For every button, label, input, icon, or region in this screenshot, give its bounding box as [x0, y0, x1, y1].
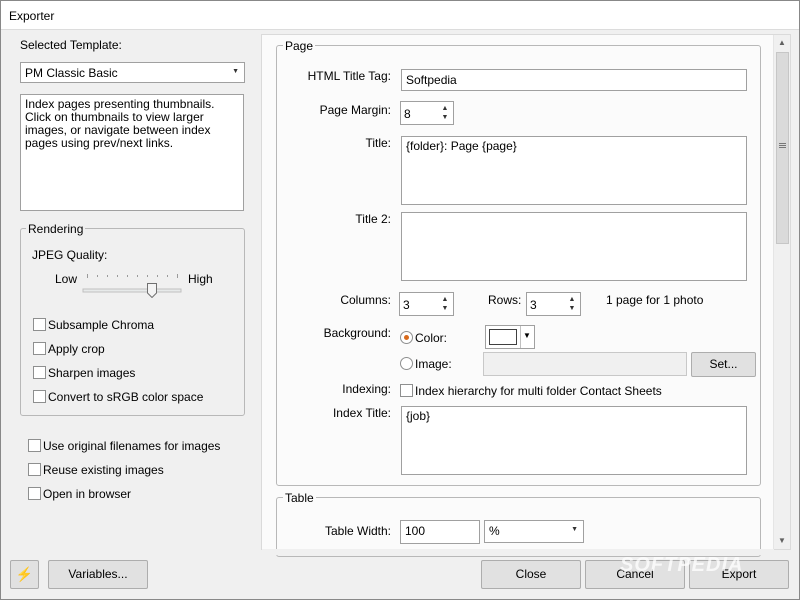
scroll-up-icon[interactable]: ▲	[778, 38, 786, 47]
title2-textarea[interactable]	[401, 212, 747, 281]
chevron-down-icon: ▼	[232, 68, 239, 75]
table-width-input[interactable]: 100	[400, 520, 480, 544]
sharpen-images-checkbox[interactable]	[33, 366, 46, 379]
image-path-input	[483, 352, 687, 376]
slider-thumb[interactable]	[146, 283, 157, 299]
set-image-button[interactable]: Set...	[691, 352, 756, 377]
page-margin-label: Page Margin:	[319, 103, 391, 117]
original-filenames-label: Use original filenames for images	[43, 439, 221, 453]
chevron-down-icon[interactable]: ▼	[439, 112, 451, 123]
page-group-title: Page	[283, 39, 316, 53]
template-description: Index pages presenting thumbnails. Click…	[20, 94, 244, 211]
color-picker-divider	[520, 326, 521, 348]
chevron-down-icon: ▼	[523, 331, 531, 340]
background-label: Background:	[323, 326, 391, 340]
chevron-down-icon[interactable]: ▼	[566, 303, 578, 314]
convert-srgb-label: Convert to sRGB color space	[48, 390, 204, 404]
jpeg-high-label: High	[188, 272, 213, 286]
jpeg-quality-label: JPEG Quality:	[32, 248, 108, 262]
window-title: Exporter	[9, 9, 55, 23]
title-textarea[interactable]: {folder}: Page {page}	[401, 136, 747, 205]
columns-label: Columns:	[340, 293, 391, 307]
index-hierarchy-label: Index hierarchy for multi folder Contact…	[415, 384, 662, 398]
subsample-chroma-checkbox[interactable]	[33, 318, 46, 331]
jpeg-low-label: Low	[55, 272, 78, 286]
rows-stepper[interactable]: 3 ▲ ▼	[526, 292, 581, 316]
html-title-label: HTML Title Tag:	[307, 69, 391, 83]
columns-value: 3	[403, 298, 410, 312]
reuse-images-checkbox[interactable]	[28, 463, 41, 476]
template-select[interactable]: PM Classic Basic ▼	[20, 62, 245, 83]
page-margin-value: 8	[404, 107, 411, 121]
template-label: Selected Template:	[20, 38, 122, 52]
title2-label: Title 2:	[355, 212, 391, 226]
table-width-label: Table Width:	[324, 524, 391, 538]
scroll-down-icon[interactable]: ▼	[778, 536, 786, 545]
table-group-title: Table	[283, 491, 316, 505]
page-info-text: 1 page for 1 photo	[606, 293, 704, 307]
open-browser-label: Open in browser	[43, 487, 132, 501]
sharpen-images-label: Sharpen images	[48, 366, 136, 380]
chevron-down-icon: ▼	[571, 526, 578, 533]
variables-button[interactable]: Variables...	[48, 560, 148, 589]
color-swatch	[489, 329, 517, 345]
open-browser-checkbox[interactable]	[28, 487, 41, 500]
color-picker-button[interactable]: ▼	[485, 325, 535, 349]
template-select-value: PM Classic Basic	[25, 66, 118, 80]
rendering-group-title: Rendering	[26, 222, 86, 236]
title-bar: Exporter	[0, 0, 800, 30]
chevron-down-icon[interactable]: ▼	[439, 303, 451, 314]
table-width-unit-select[interactable]: % ▼	[484, 520, 584, 543]
index-title-label: Index Title:	[332, 406, 391, 420]
image-radio-label: Image:	[415, 357, 452, 371]
lightning-icon: ⚡	[15, 566, 34, 582]
index-title-textarea[interactable]: {job}	[401, 406, 747, 475]
lightning-button[interactable]: ⚡	[10, 560, 39, 589]
subsample-chroma-label: Subsample Chroma	[48, 318, 155, 332]
apply-crop-label: Apply crop	[48, 342, 105, 356]
slider-track	[82, 274, 182, 293]
vertical-scrollbar[interactable]: ▲ ▼	[773, 35, 790, 549]
rows-label: Rows:	[488, 293, 522, 307]
image-radio[interactable]	[400, 357, 413, 370]
page-margin-stepper[interactable]: 8 ▲ ▼	[400, 101, 454, 125]
jpeg-quality-slider[interactable]	[82, 268, 182, 299]
columns-stepper[interactable]: 3 ▲ ▼	[399, 292, 454, 316]
table-width-unit-value: %	[489, 524, 500, 538]
convert-srgb-checkbox[interactable]	[33, 390, 46, 403]
index-hierarchy-checkbox[interactable]	[400, 384, 413, 397]
color-radio[interactable]	[400, 331, 413, 344]
watermark: SOFTPEDIA	[620, 554, 744, 576]
html-title-input[interactable]: Softpedia	[401, 69, 747, 91]
color-radio-label: Color:	[415, 331, 448, 345]
reuse-images-label: Reuse existing images	[43, 463, 164, 477]
scrollbar-thumb[interactable]	[776, 52, 789, 244]
apply-crop-checkbox[interactable]	[33, 342, 46, 355]
original-filenames-checkbox[interactable]	[28, 439, 41, 452]
title-label: Title:	[365, 136, 391, 150]
close-button[interactable]: Close	[481, 560, 581, 589]
rows-value: 3	[530, 298, 537, 312]
indexing-label: Indexing:	[342, 382, 391, 396]
